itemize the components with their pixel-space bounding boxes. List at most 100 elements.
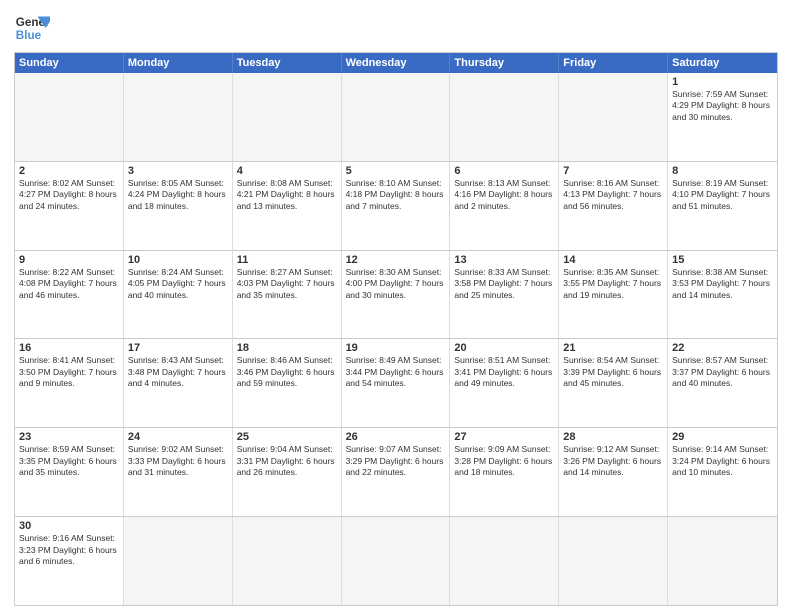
calendar-body: 1Sunrise: 7:59 AM Sunset: 4:29 PM Daylig… <box>15 73 777 605</box>
logo-icon: General Blue <box>14 10 50 46</box>
sun-info: Sunrise: 8:41 AM Sunset: 3:50 PM Dayligh… <box>19 355 119 389</box>
day-number: 17 <box>128 342 228 354</box>
cal-cell <box>15 73 124 161</box>
sun-info: Sunrise: 9:09 AM Sunset: 3:28 PM Dayligh… <box>454 444 554 478</box>
calendar: SundayMondayTuesdayWednesdayThursdayFrid… <box>14 52 778 606</box>
cal-cell <box>668 517 777 605</box>
sun-info: Sunrise: 8:16 AM Sunset: 4:13 PM Dayligh… <box>563 178 663 212</box>
cal-cell: 1Sunrise: 7:59 AM Sunset: 4:29 PM Daylig… <box>668 73 777 161</box>
day-number: 14 <box>563 254 663 266</box>
day-number: 11 <box>237 254 337 266</box>
cal-cell: 21Sunrise: 8:54 AM Sunset: 3:39 PM Dayli… <box>559 339 668 427</box>
weekday-header-thursday: Thursday <box>450 53 559 73</box>
cal-cell: 22Sunrise: 8:57 AM Sunset: 3:37 PM Dayli… <box>668 339 777 427</box>
sun-info: Sunrise: 8:08 AM Sunset: 4:21 PM Dayligh… <box>237 178 337 212</box>
calendar-row-3: 16Sunrise: 8:41 AM Sunset: 3:50 PM Dayli… <box>15 338 777 427</box>
calendar-row-1: 2Sunrise: 8:02 AM Sunset: 4:27 PM Daylig… <box>15 161 777 250</box>
calendar-row-0: 1Sunrise: 7:59 AM Sunset: 4:29 PM Daylig… <box>15 73 777 161</box>
cal-cell: 30Sunrise: 9:16 AM Sunset: 3:23 PM Dayli… <box>15 517 124 605</box>
sun-info: Sunrise: 9:07 AM Sunset: 3:29 PM Dayligh… <box>346 444 446 478</box>
sun-info: Sunrise: 8:22 AM Sunset: 4:08 PM Dayligh… <box>19 267 119 301</box>
day-number: 30 <box>19 520 119 532</box>
sun-info: Sunrise: 8:54 AM Sunset: 3:39 PM Dayligh… <box>563 355 663 389</box>
day-number: 22 <box>672 342 773 354</box>
cal-cell: 19Sunrise: 8:49 AM Sunset: 3:44 PM Dayli… <box>342 339 451 427</box>
sun-info: Sunrise: 7:59 AM Sunset: 4:29 PM Dayligh… <box>672 89 773 123</box>
cal-cell <box>450 73 559 161</box>
day-number: 7 <box>563 165 663 177</box>
cal-cell: 26Sunrise: 9:07 AM Sunset: 3:29 PM Dayli… <box>342 428 451 516</box>
weekday-header-saturday: Saturday <box>668 53 777 73</box>
cal-cell: 10Sunrise: 8:24 AM Sunset: 4:05 PM Dayli… <box>124 251 233 339</box>
svg-text:Blue: Blue <box>16 29 42 42</box>
day-number: 26 <box>346 431 446 443</box>
cal-cell: 20Sunrise: 8:51 AM Sunset: 3:41 PM Dayli… <box>450 339 559 427</box>
cal-cell: 17Sunrise: 8:43 AM Sunset: 3:48 PM Dayli… <box>124 339 233 427</box>
weekday-header-tuesday: Tuesday <box>233 53 342 73</box>
sun-info: Sunrise: 8:49 AM Sunset: 3:44 PM Dayligh… <box>346 355 446 389</box>
cal-cell: 2Sunrise: 8:02 AM Sunset: 4:27 PM Daylig… <box>15 162 124 250</box>
day-number: 28 <box>563 431 663 443</box>
cal-cell <box>124 517 233 605</box>
day-number: 4 <box>237 165 337 177</box>
day-number: 5 <box>346 165 446 177</box>
calendar-row-2: 9Sunrise: 8:22 AM Sunset: 4:08 PM Daylig… <box>15 250 777 339</box>
day-number: 27 <box>454 431 554 443</box>
sun-info: Sunrise: 8:27 AM Sunset: 4:03 PM Dayligh… <box>237 267 337 301</box>
cal-cell <box>233 517 342 605</box>
cal-cell: 28Sunrise: 9:12 AM Sunset: 3:26 PM Dayli… <box>559 428 668 516</box>
sun-info: Sunrise: 8:51 AM Sunset: 3:41 PM Dayligh… <box>454 355 554 389</box>
day-number: 21 <box>563 342 663 354</box>
day-number: 19 <box>346 342 446 354</box>
day-number: 25 <box>237 431 337 443</box>
sun-info: Sunrise: 8:24 AM Sunset: 4:05 PM Dayligh… <box>128 267 228 301</box>
sun-info: Sunrise: 8:33 AM Sunset: 3:58 PM Dayligh… <box>454 267 554 301</box>
day-number: 18 <box>237 342 337 354</box>
cal-cell: 9Sunrise: 8:22 AM Sunset: 4:08 PM Daylig… <box>15 251 124 339</box>
cal-cell: 24Sunrise: 9:02 AM Sunset: 3:33 PM Dayli… <box>124 428 233 516</box>
cal-cell: 29Sunrise: 9:14 AM Sunset: 3:24 PM Dayli… <box>668 428 777 516</box>
cal-cell <box>233 73 342 161</box>
header: General Blue <box>14 10 778 46</box>
cal-cell: 4Sunrise: 8:08 AM Sunset: 4:21 PM Daylig… <box>233 162 342 250</box>
day-number: 20 <box>454 342 554 354</box>
day-number: 12 <box>346 254 446 266</box>
weekday-header-wednesday: Wednesday <box>342 53 451 73</box>
sun-info: Sunrise: 8:57 AM Sunset: 3:37 PM Dayligh… <box>672 355 773 389</box>
cal-cell: 14Sunrise: 8:35 AM Sunset: 3:55 PM Dayli… <box>559 251 668 339</box>
sun-info: Sunrise: 8:05 AM Sunset: 4:24 PM Dayligh… <box>128 178 228 212</box>
calendar-header: SundayMondayTuesdayWednesdayThursdayFrid… <box>15 53 777 73</box>
weekday-header-sunday: Sunday <box>15 53 124 73</box>
cal-cell: 16Sunrise: 8:41 AM Sunset: 3:50 PM Dayli… <box>15 339 124 427</box>
calendar-row-4: 23Sunrise: 8:59 AM Sunset: 3:35 PM Dayli… <box>15 427 777 516</box>
cal-cell: 5Sunrise: 8:10 AM Sunset: 4:18 PM Daylig… <box>342 162 451 250</box>
day-number: 23 <box>19 431 119 443</box>
cal-cell: 27Sunrise: 9:09 AM Sunset: 3:28 PM Dayli… <box>450 428 559 516</box>
cal-cell: 15Sunrise: 8:38 AM Sunset: 3:53 PM Dayli… <box>668 251 777 339</box>
weekday-header-friday: Friday <box>559 53 668 73</box>
day-number: 29 <box>672 431 773 443</box>
sun-info: Sunrise: 8:59 AM Sunset: 3:35 PM Dayligh… <box>19 444 119 478</box>
cal-cell <box>559 73 668 161</box>
day-number: 15 <box>672 254 773 266</box>
sun-info: Sunrise: 9:02 AM Sunset: 3:33 PM Dayligh… <box>128 444 228 478</box>
sun-info: Sunrise: 8:02 AM Sunset: 4:27 PM Dayligh… <box>19 178 119 212</box>
cal-cell <box>342 517 451 605</box>
sun-info: Sunrise: 9:12 AM Sunset: 3:26 PM Dayligh… <box>563 444 663 478</box>
day-number: 10 <box>128 254 228 266</box>
calendar-row-5: 30Sunrise: 9:16 AM Sunset: 3:23 PM Dayli… <box>15 516 777 605</box>
sun-info: Sunrise: 8:10 AM Sunset: 4:18 PM Dayligh… <box>346 178 446 212</box>
day-number: 2 <box>19 165 119 177</box>
sun-info: Sunrise: 8:35 AM Sunset: 3:55 PM Dayligh… <box>563 267 663 301</box>
day-number: 1 <box>672 76 773 88</box>
cal-cell <box>342 73 451 161</box>
sun-info: Sunrise: 8:13 AM Sunset: 4:16 PM Dayligh… <box>454 178 554 212</box>
day-number: 16 <box>19 342 119 354</box>
day-number: 6 <box>454 165 554 177</box>
sun-info: Sunrise: 8:30 AM Sunset: 4:00 PM Dayligh… <box>346 267 446 301</box>
cal-cell: 25Sunrise: 9:04 AM Sunset: 3:31 PM Dayli… <box>233 428 342 516</box>
day-number: 13 <box>454 254 554 266</box>
sun-info: Sunrise: 8:38 AM Sunset: 3:53 PM Dayligh… <box>672 267 773 301</box>
cal-cell <box>559 517 668 605</box>
sun-info: Sunrise: 9:04 AM Sunset: 3:31 PM Dayligh… <box>237 444 337 478</box>
